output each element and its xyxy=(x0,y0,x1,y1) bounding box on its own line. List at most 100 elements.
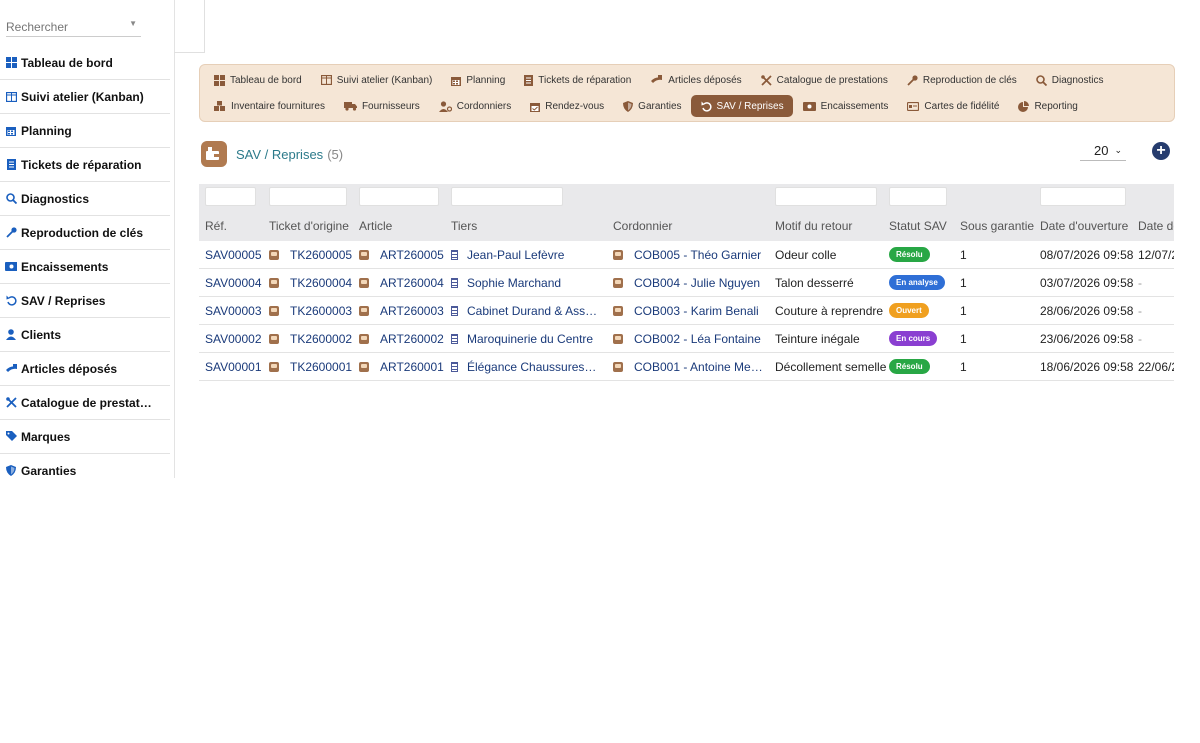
status-badge: Ouvert xyxy=(889,303,929,318)
tab-diagnostics[interactable]: Diagnostics xyxy=(1026,69,1113,91)
cordonnier-link[interactable]: COB003 - Karim Benali xyxy=(613,304,759,318)
column-header[interactable]: Article xyxy=(359,219,392,233)
tab-label: Diagnostics xyxy=(1051,74,1104,86)
tiers-link[interactable]: Jean-Paul Lefèvre xyxy=(451,248,564,262)
tab-inventaire-fournitures[interactable]: Inventaire fournitures xyxy=(204,95,334,117)
sidebar-item-planning[interactable]: Planning xyxy=(0,114,170,148)
building-icon xyxy=(451,362,458,372)
column-filter-input[interactable] xyxy=(205,187,256,206)
calendar-icon xyxy=(451,75,462,86)
search-box[interactable]: ▼ xyxy=(6,18,141,37)
article-link[interactable]: ART260002 xyxy=(359,332,444,346)
article-link[interactable]: ART260003 xyxy=(359,304,444,318)
column-filter-input[interactable] xyxy=(269,187,347,206)
cordonnier-link[interactable]: COB001 - Antoine Merc… xyxy=(613,360,763,374)
sidebar-item-clients[interactable]: Clients xyxy=(0,318,170,352)
cordonnier-link[interactable]: COB005 - Théo Garnier xyxy=(613,248,761,262)
tab-garanties[interactable]: Garanties xyxy=(613,95,690,117)
tab-label: Catalogue de prestations xyxy=(776,74,888,86)
column-header[interactable]: Sous garantie xyxy=(960,219,1034,233)
tab-sav-reprises[interactable]: SAV / Reprises xyxy=(690,95,793,117)
ref-link[interactable]: SAV00003 xyxy=(205,304,262,318)
tab-articles-deposes[interactable]: Articles déposés xyxy=(640,69,750,91)
table-row[interactable]: SAV00002 TK2600002 ART260002 Maroquinerie d… xyxy=(199,325,1174,353)
article-link[interactable]: ART260004 xyxy=(359,276,444,290)
tab-label: Fournisseurs xyxy=(361,100,420,112)
sidebar-item-reproduction-de-cles[interactable]: Reproduction de clés xyxy=(0,216,170,250)
tiers-link[interactable]: Élégance Chaussures S… xyxy=(451,360,599,374)
table-row[interactable]: SAV00005 TK2600005 ART260005 Jean-Paul Lefè… xyxy=(199,241,1174,269)
tiers-link[interactable]: Cabinet Durand & Associés xyxy=(451,304,599,318)
sous-garantie: 1 xyxy=(960,276,967,290)
ticket-ref: TK2600002 xyxy=(290,332,353,346)
tab-cartes-de-fidelite[interactable]: Cartes de fidélité xyxy=(897,95,1008,117)
sidebar-item-sav-reprises[interactable]: SAV / Reprises xyxy=(0,284,170,318)
tab-catalogue-de-prestations[interactable]: Catalogue de prestations xyxy=(751,69,897,91)
column-header[interactable]: Date de xyxy=(1138,219,1174,233)
tab-reporting[interactable]: Reporting xyxy=(1008,95,1086,117)
ref-link[interactable]: SAV00004 xyxy=(205,276,262,290)
ref-link[interactable]: SAV00001 xyxy=(205,360,262,374)
tab-label: Encaissements xyxy=(820,100,889,112)
column-filter-input[interactable] xyxy=(451,187,563,206)
sidebar-item-suivi-atelier-kanban[interactable]: Suivi atelier (Kanban) xyxy=(0,80,170,114)
tab-planning[interactable]: Planning xyxy=(441,69,514,91)
sidebar-menu: Tableau de bord Suivi atelier (Kanban) Pla… xyxy=(0,46,170,478)
column-filter-input[interactable] xyxy=(359,187,439,206)
sidebar-item-encaissements[interactable]: Encaissements xyxy=(0,250,170,284)
repair-app-icon xyxy=(201,141,227,167)
ticket-link[interactable]: TK2600003 xyxy=(269,304,352,318)
date-ouverture: 03/07/2026 09:58 xyxy=(1040,276,1134,290)
cordonnier-link[interactable]: COB002 - Léa Fontaine xyxy=(613,332,761,346)
column-header[interactable]: Réf. xyxy=(205,219,227,233)
sidebar-item-diagnostics[interactable]: Diagnostics xyxy=(0,182,170,216)
table-row[interactable]: SAV00001 TK2600001 ART260001 Élégance Chaus… xyxy=(199,353,1174,381)
top-nav-row-1: Tableau de bord Suivi atelier (Kanban) Pla… xyxy=(204,68,1113,92)
tiers-link[interactable]: Sophie Marchand xyxy=(451,276,561,290)
tiers-link[interactable]: Maroquinerie du Centre xyxy=(451,332,593,346)
tab-tableau-de-bord[interactable]: Tableau de bord xyxy=(204,69,311,91)
ticket-link[interactable]: TK2600005 xyxy=(269,248,352,262)
column-filter-input[interactable] xyxy=(889,187,947,206)
article-link[interactable]: ART260001 xyxy=(359,360,444,374)
caret-down-icon[interactable]: ▼ xyxy=(129,19,137,28)
tab-tickets-de-reparation[interactable]: Tickets de réparation xyxy=(514,69,640,91)
add-record-button[interactable]: + xyxy=(1152,142,1170,160)
tab-rendez-vous[interactable]: Rendez-vous xyxy=(520,95,613,117)
undo-icon xyxy=(5,295,17,307)
column-header[interactable]: Statut SAV xyxy=(889,219,947,233)
column-header[interactable]: Date d'ouverture xyxy=(1040,219,1128,233)
article-link[interactable]: ART260005 xyxy=(359,248,444,262)
column-header[interactable]: Tiers xyxy=(451,219,477,233)
tab-reproduction-de-cles[interactable]: Reproduction de clés xyxy=(897,69,1026,91)
sidebar-item-tableau-de-bord[interactable]: Tableau de bord xyxy=(0,46,170,80)
motif-retour: Décollement semelle xyxy=(775,360,887,374)
sidebar-item-articles-deposes[interactable]: Articles déposés xyxy=(0,352,170,386)
ref-link[interactable]: SAV00005 xyxy=(205,248,262,262)
tab-fournisseurs[interactable]: Fournisseurs xyxy=(334,95,429,117)
column-header[interactable]: Motif du retour xyxy=(775,219,852,233)
ref-link[interactable]: SAV00002 xyxy=(205,332,262,346)
ticket-link[interactable]: TK2600002 xyxy=(269,332,352,346)
date-cloture: - xyxy=(1138,276,1142,290)
ticket-link[interactable]: TK2600001 xyxy=(269,360,352,374)
ticket-link[interactable]: TK2600004 xyxy=(269,276,352,290)
sidebar-item-tickets-de-reparation[interactable]: Tickets de réparation xyxy=(0,148,170,182)
table-row[interactable]: SAV00004 TK2600004 ART260004 Sophie Marchan… xyxy=(199,269,1174,297)
sidebar-item-marques[interactable]: Marques xyxy=(0,420,170,454)
column-header[interactable]: Ticket d'origine xyxy=(269,219,349,233)
tab-encaissements[interactable]: Encaissements xyxy=(793,95,898,117)
column-filter-input[interactable] xyxy=(775,187,877,206)
cordonnier-link[interactable]: COB004 - Julie Nguyen xyxy=(613,276,760,290)
column-filter-input[interactable] xyxy=(1040,187,1126,206)
page-size-select[interactable]: 20 ⌄ xyxy=(1080,141,1126,161)
date-cloture: - xyxy=(1138,332,1142,346)
column-header[interactable]: Cordonnier xyxy=(613,219,672,233)
article-icon xyxy=(359,306,369,316)
sidebar-item-garanties[interactable]: Garanties xyxy=(0,454,170,478)
tab-suivi-atelier-kanban[interactable]: Suivi atelier (Kanban) xyxy=(311,69,442,91)
tab-cordonniers[interactable]: Cordonniers xyxy=(429,95,520,117)
sidebar-item-catalogue-de-prestat[interactable]: Catalogue de prestat… xyxy=(0,386,170,420)
search-input[interactable] xyxy=(6,20,124,34)
table-row[interactable]: SAV00003 TK2600003 ART260003 Cabinet Durand… xyxy=(199,297,1174,325)
